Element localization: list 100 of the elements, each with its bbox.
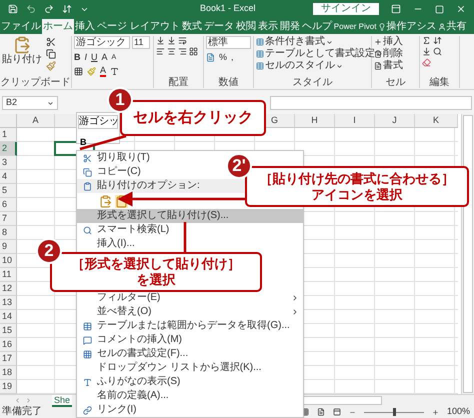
- sort-icon[interactable]: [62, 4, 72, 14]
- font-name-field[interactable]: 游ゴシッ: [78, 115, 118, 129]
- menu-item[interactable]: スマート検索(L): [97, 223, 170, 237]
- ribbon-tab[interactable]: ページ レイアウト: [96, 19, 181, 34]
- row-header[interactable]: 2: [0, 142, 17, 156]
- percent-button[interactable]: %: [219, 51, 228, 64]
- column-header[interactable]: K: [432, 114, 439, 128]
- sum-icon[interactable]: [422, 36, 431, 45]
- grow-font-button[interactable]: A: [102, 51, 108, 64]
- row-header[interactable]: 15: [0, 324, 17, 338]
- paste-button[interactable]: 貼り付け: [2, 36, 42, 71]
- vertical-scrollbar[interactable]: [461, 114, 474, 394]
- ribbon-tab[interactable]: データ: [202, 19, 235, 34]
- maximize-icon[interactable]: [435, 4, 444, 14]
- copy-icon[interactable]: [46, 49, 56, 59]
- save-icon[interactable]: [8, 4, 18, 14]
- row-header[interactable]: 11: [0, 268, 17, 282]
- menu-item[interactable]: セルの書式設定(F)...: [97, 347, 188, 361]
- eraser-icon[interactable]: [422, 58, 431, 67]
- menu-item[interactable]: 名前の定義(A)...: [97, 389, 169, 403]
- search-icon[interactable]: [433, 47, 442, 56]
- page-break-icon[interactable]: [332, 408, 341, 416]
- align-right-icon[interactable]: [178, 47, 187, 56]
- ribbon-tab[interactable]: 数式: [180, 19, 203, 34]
- redo-icon[interactable]: [44, 4, 54, 14]
- align-middle-icon[interactable]: [167, 36, 176, 45]
- font-name-field[interactable]: 游ゴシック: [74, 36, 130, 49]
- column-header[interactable]: G: [270, 114, 278, 128]
- wrap-text-icon[interactable]: [178, 36, 187, 45]
- row-header[interactable]: 16: [0, 338, 17, 352]
- name-box[interactable]: B2: [2, 96, 58, 110]
- menu-item[interactable]: リンク(I): [97, 403, 136, 417]
- zoom-in-icon[interactable]: [432, 408, 439, 416]
- zoom-slider[interactable]: [364, 408, 424, 416]
- cell-menu-button[interactable]: 挿入: [374, 36, 403, 48]
- row-header[interactable]: 7: [0, 212, 17, 226]
- ribbon-tab[interactable]: 操作アシス: [377, 19, 438, 34]
- menu-item[interactable]: 形式を選択して貼り付け(S)...: [77, 209, 303, 223]
- menu-item[interactable]: コメントの挿入(M): [97, 333, 182, 347]
- ribbon-tab[interactable]: ファイル: [0, 19, 42, 34]
- row-header[interactable]: 1: [0, 128, 17, 142]
- close-icon[interactable]: [456, 4, 466, 14]
- undo-icon[interactable]: [26, 4, 36, 14]
- menu-item[interactable]: 並べ替え(O): [97, 305, 152, 319]
- fill-icon[interactable]: [422, 47, 431, 56]
- zoom-thumb[interactable]: [392, 408, 396, 416]
- menu-item[interactable]: テーブルまたは範囲からデータを取得(G)...: [97, 319, 290, 333]
- ribbon-tab[interactable]: 校閲: [234, 19, 257, 34]
- phonetic-icon[interactable]: [110, 66, 120, 76]
- sign-in-button[interactable]: サインイン: [313, 3, 379, 15]
- column-header[interactable]: H: [311, 114, 318, 128]
- page-layout-icon[interactable]: [316, 408, 325, 416]
- align-left-icon[interactable]: [156, 47, 165, 56]
- number-format-field[interactable]: 標準: [206, 36, 251, 49]
- font-style-button[interactable]: B: [74, 51, 80, 64]
- style-menu-button[interactable]: 条件付き書式: [256, 36, 333, 48]
- column-header[interactable]: I: [353, 114, 356, 128]
- row-header[interactable]: 9: [0, 240, 17, 254]
- row-header[interactable]: 14: [0, 310, 17, 324]
- menu-item[interactable]: フィルター(E): [97, 291, 160, 305]
- border-icon[interactable]: [74, 66, 83, 76]
- style-menu-button[interactable]: セルのスタイル: [256, 60, 343, 72]
- row-header[interactable]: 3: [0, 156, 17, 170]
- formula-field[interactable]: [270, 96, 472, 110]
- bold-button[interactable]: B: [78, 137, 86, 147]
- row-header[interactable]: 17: [0, 352, 17, 366]
- row-header[interactable]: 13: [0, 296, 17, 310]
- merge-icon[interactable]: [189, 47, 198, 56]
- row-header[interactable]: 19: [0, 380, 17, 394]
- ribbon-tab[interactable]: 開発: [278, 19, 301, 34]
- ribbon-tab[interactable]: ホーム: [42, 19, 74, 34]
- cell-menu-button[interactable]: 書式: [374, 60, 403, 72]
- column-header[interactable]: A: [32, 114, 38, 128]
- row-header[interactable]: 8: [0, 226, 17, 240]
- row-header[interactable]: 4: [0, 170, 17, 184]
- cut-icon[interactable]: [46, 37, 56, 47]
- row-header[interactable]: 6: [0, 198, 17, 212]
- ribbon-display-icon[interactable]: [391, 4, 401, 14]
- menu-item[interactable]: 切り取り(T): [97, 151, 150, 165]
- fill-color-icon[interactable]: [87, 66, 96, 76]
- paste-keep-format-icon[interactable]: [99, 194, 112, 208]
- sort-filter-icon[interactable]: [433, 36, 442, 45]
- row-header[interactable]: 10: [0, 254, 17, 268]
- font-style-button[interactable]: I: [84, 51, 88, 64]
- menu-item[interactable]: ドロップダウン リストから選択(K)...: [97, 361, 262, 375]
- font-color-button[interactable]: A: [100, 66, 106, 76]
- ribbon-tab[interactable]: Power Pivot: [332, 19, 378, 34]
- font-size-field[interactable]: 11: [132, 36, 150, 49]
- sheet-tab[interactable]: She: [52, 394, 72, 406]
- menu-item[interactable]: コピー(C): [97, 165, 141, 179]
- font-style-button[interactable]: U: [91, 51, 98, 64]
- align-center-icon[interactable]: [167, 47, 176, 56]
- menu-item[interactable]: 挿入(I)...: [97, 237, 135, 251]
- row-header[interactable]: 18: [0, 366, 17, 380]
- ribbon-tab[interactable]: 共有: [437, 19, 468, 34]
- menu-item[interactable]: ふりがなの表示(S): [97, 375, 180, 389]
- ribbon-tab[interactable]: 表示: [256, 19, 279, 34]
- row-header[interactable]: 5: [0, 184, 17, 198]
- style-menu-button[interactable]: テーブルとして書式設定: [256, 48, 383, 60]
- row-header[interactable]: 12: [0, 282, 17, 296]
